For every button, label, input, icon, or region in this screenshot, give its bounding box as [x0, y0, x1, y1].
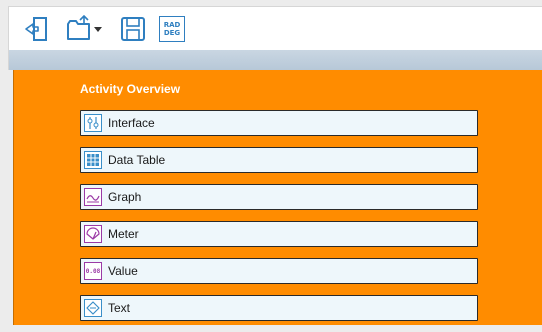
value-glyph: 0.08	[85, 267, 101, 275]
activity-item-interface[interactable]: Interface	[80, 110, 478, 136]
item-label: Data Table	[108, 153, 166, 167]
text-icon	[84, 299, 102, 317]
data-table-icon	[84, 151, 102, 169]
activity-item-value[interactable]: 0.08 Value	[80, 258, 478, 284]
exit-button[interactable]	[23, 15, 51, 43]
sub-toolbar	[8, 50, 542, 70]
panel-title: Activity Overview	[80, 82, 181, 96]
activity-panel: Activity Overview Interface Data Table G…	[13, 70, 542, 325]
rad-label: RAD	[163, 21, 181, 29]
activity-item-data-table[interactable]: Data Table	[80, 147, 478, 173]
save-icon	[121, 17, 145, 41]
item-label: Graph	[108, 190, 142, 204]
app-window: RAD DEG Activity Overview Interface Data…	[0, 0, 542, 325]
rad-deg-button[interactable]: RAD DEG	[159, 15, 187, 43]
item-label: Value	[108, 264, 138, 278]
activity-item-meter[interactable]: Meter	[80, 221, 478, 247]
value-icon: 0.08	[84, 262, 102, 280]
open-folder-icon	[67, 15, 90, 40]
deg-label: DEG	[163, 29, 181, 37]
interface-icon	[84, 114, 102, 132]
exit-icon	[25, 17, 47, 41]
graph-icon	[84, 188, 102, 206]
meter-icon	[84, 225, 102, 243]
open-button[interactable]	[65, 15, 105, 43]
item-label: Interface	[108, 116, 155, 130]
save-button[interactable]	[119, 15, 147, 43]
item-label: Meter	[108, 227, 139, 241]
toolbar: RAD DEG	[8, 6, 542, 51]
activity-item-graph[interactable]: Graph	[80, 184, 478, 210]
activity-list: Interface Data Table Graph Meter 0.08 Va…	[80, 110, 478, 332]
activity-item-text[interactable]: Text	[80, 295, 478, 321]
chevron-down-icon	[94, 27, 102, 32]
item-label: Text	[108, 301, 131, 315]
rad-deg-icon: RAD DEG	[159, 16, 185, 42]
